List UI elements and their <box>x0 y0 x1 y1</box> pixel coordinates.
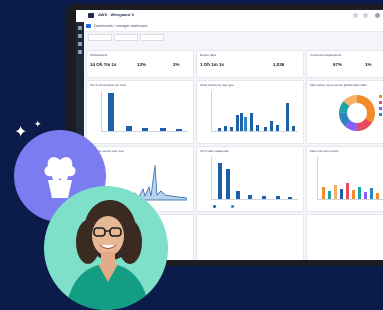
bar <box>240 113 243 131</box>
nav-icon[interactable] <box>78 50 82 54</box>
bar <box>340 189 343 199</box>
legend-swatch <box>379 113 382 116</box>
chart-card[interactable]: Other activity by app type <box>196 80 304 144</box>
kpi-value: 1 Oh 1m 1s <box>200 62 225 67</box>
avatar-photo <box>44 186 168 310</box>
bar <box>160 128 166 131</box>
header-icon[interactable] <box>353 13 358 18</box>
kpi-card-devices[interactable]: Device data 1 Oh 1m 1s 1,036 <box>196 50 304 78</box>
bar <box>288 197 292 199</box>
bar <box>270 121 273 131</box>
bar <box>250 113 253 131</box>
kpi-value: 1,036 <box>273 62 285 67</box>
legend-swatch <box>231 205 234 208</box>
breadcrumb-bar: Dashboards / manager-dashboard <box>76 22 383 32</box>
kpi-title: Device data <box>200 53 216 57</box>
legend-swatch <box>213 205 216 208</box>
bar <box>292 126 295 131</box>
bar <box>224 126 227 131</box>
bar <box>248 195 252 199</box>
app-logo-icon <box>88 13 94 18</box>
chart-title: Top 5 connections per host <box>90 83 126 87</box>
sparkle-icon: ✦ <box>34 119 42 129</box>
person-illustration <box>66 200 150 310</box>
bar <box>256 125 259 131</box>
chart-card[interactable]: Top 5 alert categories <box>196 146 304 212</box>
bar <box>328 191 331 199</box>
filter-dropdown[interactable] <box>114 34 138 41</box>
header-icon[interactable] <box>363 13 368 18</box>
kpi-value: 13% <box>137 62 147 67</box>
bar <box>264 127 267 131</box>
bar <box>108 93 114 131</box>
tab-chip[interactable] <box>86 24 91 28</box>
kpi-value: 67% <box>333 62 343 67</box>
bar <box>262 196 266 199</box>
bar <box>218 163 222 199</box>
bar <box>230 127 233 131</box>
bar <box>226 169 230 199</box>
legend-swatch <box>379 101 382 104</box>
filter-dropdown[interactable] <box>140 34 164 41</box>
filter-dropdown[interactable] <box>88 34 112 41</box>
chart-title: Top 5 alert categories <box>200 149 229 153</box>
bar <box>244 117 247 131</box>
chart-title: Other activity by app type <box>200 83 234 87</box>
bar <box>334 185 337 199</box>
bar <box>322 187 325 199</box>
sparkle-icon: ✦ <box>14 124 28 141</box>
bar <box>142 128 148 131</box>
bar <box>370 188 373 199</box>
chart-title: Most common events <box>310 149 339 153</box>
bar <box>276 196 280 199</box>
kpi-card-applications[interactable]: Connected applications 67% 1% <box>306 50 383 78</box>
bar <box>176 129 182 131</box>
bar <box>364 192 367 199</box>
breadcrumb[interactable]: Dashboards / manager-dashboard <box>94 24 147 28</box>
kpi-value: 2% <box>173 62 180 67</box>
app-title: AWS · Wireguard X <box>98 12 135 17</box>
chart-card[interactable] <box>196 214 304 260</box>
legend-swatch <box>379 95 382 98</box>
chart-plot <box>211 91 298 132</box>
chart-card[interactable]: Most common events <box>306 146 383 212</box>
chart-plot <box>211 157 298 200</box>
bar <box>126 126 132 131</box>
bar <box>358 187 361 199</box>
bar <box>286 103 289 131</box>
chart-title: Most active users across global data tra… <box>310 83 367 87</box>
donut-chart <box>339 95 375 131</box>
bar <box>376 193 379 199</box>
nav-icon[interactable] <box>78 42 82 46</box>
bar <box>236 115 239 131</box>
kpi-title: Connected applications <box>310 53 342 57</box>
bar <box>276 125 279 131</box>
kpi-card-workstations[interactable]: Workstations 14 Oh 7m 1s 13% 2% <box>86 50 194 78</box>
chart-card[interactable]: Most active users across global data tra… <box>306 80 383 144</box>
bar <box>236 191 240 199</box>
bar <box>218 128 221 131</box>
chart-plot <box>101 91 188 132</box>
chart-card[interactable]: Top 5 connections per host <box>86 80 194 144</box>
avatar[interactable] <box>375 13 380 18</box>
chart-plot <box>317 157 383 200</box>
bar <box>352 190 355 199</box>
legend-swatch <box>379 107 382 110</box>
nav-icon[interactable] <box>78 34 82 38</box>
kpi-value: 1% <box>365 62 372 67</box>
kpi-title: Workstations <box>90 53 108 57</box>
bar <box>346 183 349 199</box>
chart-card[interactable] <box>306 214 383 260</box>
nav-icon[interactable] <box>78 26 82 30</box>
plant-icon <box>44 157 76 198</box>
kpi-value: 14 Oh 7m 1s <box>90 62 117 67</box>
